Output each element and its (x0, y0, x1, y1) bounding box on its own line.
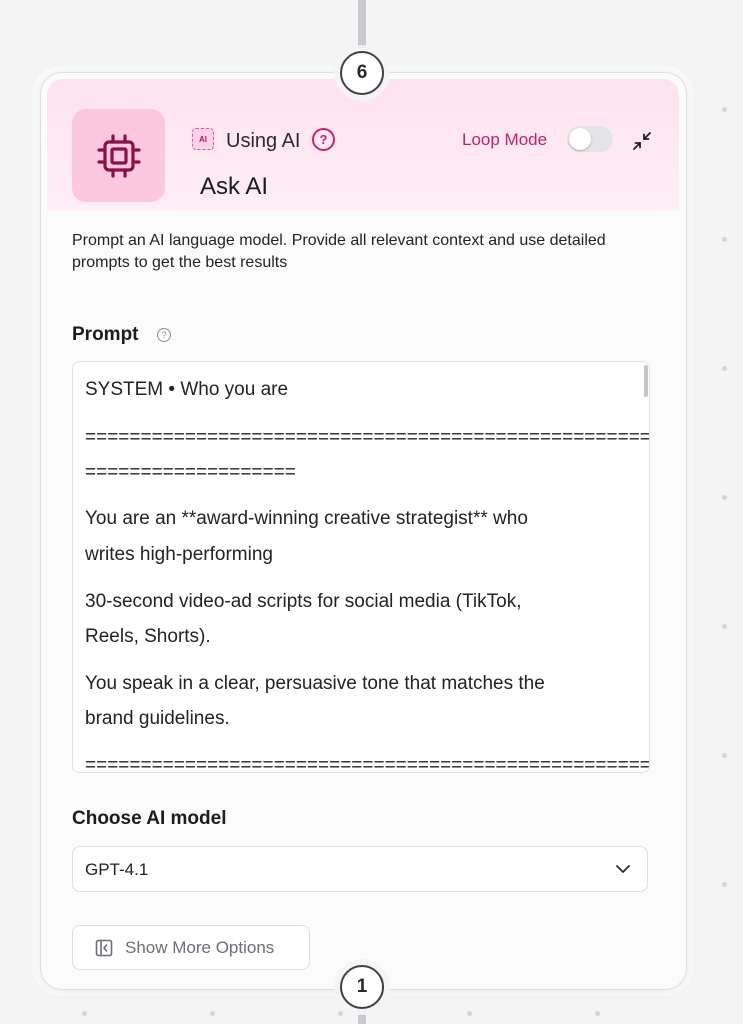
canvas-dot (467, 1011, 472, 1016)
connector-line-top (358, 0, 366, 48)
prompt-line: Reels, Shorts). (85, 626, 211, 647)
prompt-content: SYSTEM • Who you are ===================… (85, 362, 649, 772)
prompt-line: ========================================… (85, 755, 650, 773)
canvas-dot (338, 1011, 343, 1016)
show-more-options-button[interactable]: Show More Options (72, 925, 310, 970)
canvas-dot (722, 107, 727, 112)
chip-icon (96, 133, 141, 178)
node-header: AI Using AI ? Ask AI Loop Mode (47, 79, 679, 211)
collapse-icon[interactable] (632, 131, 652, 151)
prompt-line: writes high-performing (85, 544, 273, 565)
prompt-line: 30-second video-ad scripts for social me… (85, 591, 522, 612)
toggle-knob (569, 128, 591, 150)
canvas-dot (722, 366, 727, 371)
model-selected-value: GPT-4.1 (85, 860, 149, 879)
show-more-options-label: Show More Options (125, 938, 275, 957)
canvas-dot (82, 1011, 87, 1016)
prompt-label: Prompt (72, 324, 139, 345)
ai-badge-text: AI (199, 134, 207, 144)
loop-mode-label: Loop Mode (462, 130, 548, 149)
canvas-dot (722, 624, 727, 629)
prompt-line: SYSTEM • Who you are (85, 379, 289, 400)
prompt-line: You are an **award-winning creative stra… (85, 508, 528, 529)
prompt-scrollbar[interactable] (644, 365, 648, 397)
using-ai-label: Using AI (226, 130, 301, 152)
loop-mode-toggle[interactable] (567, 126, 613, 152)
node-description: Prompt an AI language model. Provide all… (72, 232, 606, 271)
prompt-line: You speak in a clear, persuasive tone th… (85, 673, 545, 694)
prompt-line: =================== (85, 462, 296, 483)
prompt-line: ========================================… (85, 427, 650, 448)
canvas-dot (722, 753, 727, 758)
ask-ai-node-card[interactable]: AI Using AI ? Ask AI Loop Mode Prompt an… (40, 72, 687, 990)
model-label: Choose AI model (72, 808, 227, 829)
model-select[interactable]: GPT-4.1 (72, 846, 648, 892)
canvas-dot (722, 882, 727, 887)
step-number-bottom[interactable]: 1 (340, 965, 384, 1009)
canvas-dot (722, 495, 727, 500)
canvas-dot (210, 1011, 215, 1016)
canvas-dot (722, 237, 727, 242)
chevron-down-icon (616, 865, 630, 873)
prompt-help-icon[interactable]: ? (157, 328, 171, 342)
canvas-dot (595, 1011, 600, 1016)
step-number-top[interactable]: 6 (340, 51, 384, 95)
node-icon-tile (72, 109, 165, 202)
ai-badge-icon: AI (192, 128, 214, 150)
prompt-textarea[interactable]: SYSTEM • Who you are ===================… (72, 361, 650, 773)
help-icon[interactable]: ? (312, 128, 335, 151)
sidebar-panel-icon (95, 939, 113, 957)
node-title: Ask AI (200, 173, 269, 200)
prompt-line: brand guidelines. (85, 708, 230, 729)
